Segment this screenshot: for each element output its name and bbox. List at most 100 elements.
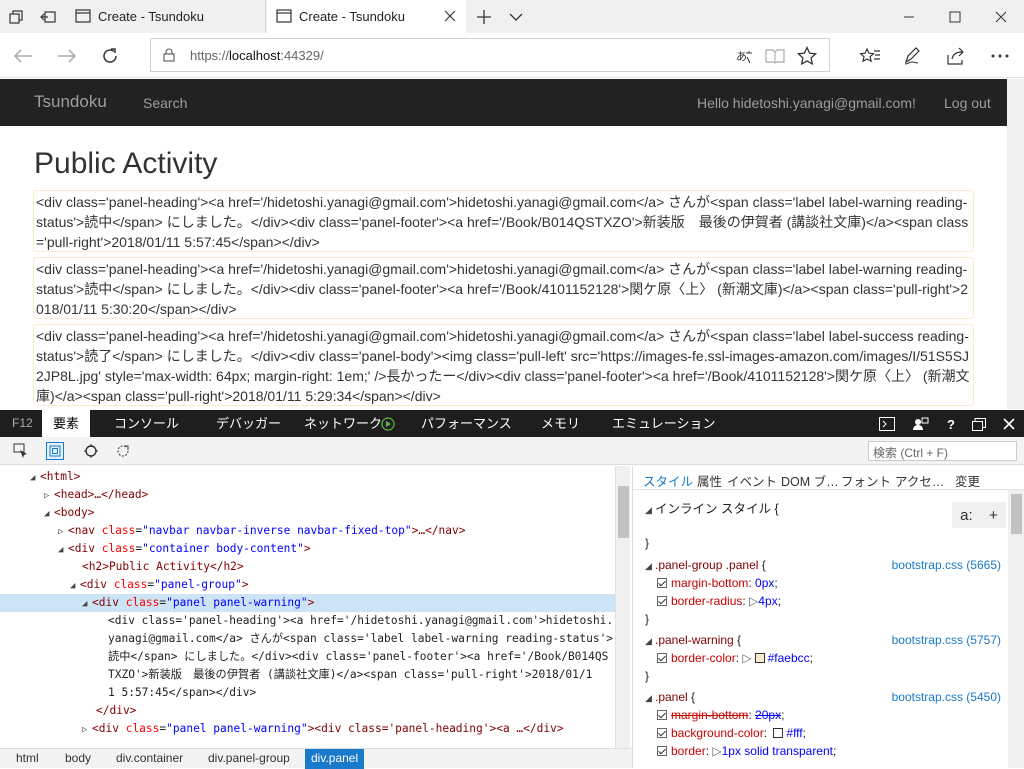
tab-events[interactable]: イベント: [727, 471, 777, 490]
dom-node-panel-2[interactable]: ▷ <div class="panel panel-warning"><div c…: [0, 720, 615, 738]
color-swatch[interactable]: [773, 728, 784, 738]
nav-hello-link[interactable]: Hello hidetoshi.yanagi@gmail.com!: [697, 95, 916, 111]
forward-arrow-icon[interactable]: [54, 43, 80, 69]
checkbox-icon[interactable]: [657, 746, 667, 756]
share-icon[interactable]: [943, 43, 969, 69]
crumb-panel-group[interactable]: div.panel-group: [208, 749, 290, 769]
highlight-element-icon[interactable]: [46, 442, 64, 460]
dom-node-panel-group[interactable]: ◢ <div class="panel-group">: [0, 576, 615, 594]
close-devtools-icon[interactable]: [1000, 415, 1018, 433]
expanded-triangle-icon[interactable]: ◢: [44, 505, 54, 523]
style-prop[interactable]: background-color: #fff;: [633, 724, 1009, 742]
crumb-panel[interactable]: div.panel: [305, 749, 365, 769]
dom-node-panel-selected[interactable]: ◢ <div class="panel panel-warning">: [0, 594, 615, 612]
url-field[interactable]: https://localhost:44329/: [150, 38, 830, 72]
select-element-icon[interactable]: [12, 442, 30, 460]
font-size-icon[interactable]: a:: [960, 507, 973, 524]
style-prop[interactable]: border: ▷1px solid transparent;: [633, 742, 1009, 760]
tab-dom-breakpoints[interactable]: DOM ブ…: [781, 471, 839, 490]
pen-notes-icon[interactable]: [899, 43, 925, 69]
tab-memory[interactable]: メモリ: [535, 410, 586, 437]
console-panel-icon[interactable]: [878, 415, 896, 433]
dom-node-nav[interactable]: ▷ <nav class="navbar navbar-inverse navba…: [0, 522, 615, 540]
new-tab-icon[interactable]: [474, 7, 494, 27]
expanded-triangle-icon[interactable]: ◢: [30, 469, 40, 487]
translate-icon[interactable]: あ: [731, 43, 757, 69]
expanded-triangle-icon[interactable]: ◢: [58, 541, 68, 559]
tab-elements[interactable]: 要素: [42, 410, 90, 437]
tab-emulation[interactable]: エミュレーション: [606, 410, 721, 437]
tab-attributes[interactable]: 属性: [697, 471, 722, 490]
refresh-icon[interactable]: [97, 43, 123, 69]
element-state-icon[interactable]: [115, 442, 133, 460]
expanded-triangle-icon[interactable]: ◢: [82, 595, 92, 613]
tab-performance[interactable]: パフォーマンス: [415, 410, 518, 437]
help-icon[interactable]: ?: [942, 415, 960, 433]
maximize-button[interactable]: [932, 0, 978, 33]
favorite-star-icon[interactable]: [794, 43, 820, 69]
collapsed-triangle-icon[interactable]: ▷: [58, 523, 68, 541]
minimize-button[interactable]: [886, 0, 932, 33]
favorites-hub-icon[interactable]: [857, 43, 883, 69]
checkbox-icon[interactable]: [657, 578, 667, 588]
tab-preview-chevron-icon[interactable]: [506, 7, 526, 27]
styles-scrollbar[interactable]: [1008, 490, 1024, 768]
devtools-search-input[interactable]: 検索 (Ctrl + F): [868, 441, 1017, 461]
dom-node-body[interactable]: ◢ <body>: [0, 504, 615, 522]
tab-accessibility[interactable]: アクセ…: [895, 471, 944, 490]
rule-selector[interactable]: ◢ .panel-group .panel {bootstrap.css (566…: [633, 556, 1009, 574]
rule-source-link[interactable]: bootstrap.css (5757): [892, 631, 1001, 649]
style-prop-overridden[interactable]: margin-bottom: 20px;: [633, 706, 1009, 724]
expanded-triangle-icon[interactable]: ◢: [70, 577, 80, 595]
tab-fonts[interactable]: フォント: [841, 471, 891, 490]
rule-source-link[interactable]: bootstrap.css (5665): [892, 556, 1001, 574]
crumb-html[interactable]: html: [16, 749, 39, 769]
style-prop[interactable]: border-radius: ▷4px;: [633, 592, 1009, 610]
dom-node-container[interactable]: ◢ <div class="container body-content">: [0, 540, 615, 558]
checkbox-icon[interactable]: [657, 653, 667, 663]
tab-debugger[interactable]: デバッガー: [210, 410, 287, 437]
dom-node-h2[interactable]: <h2>Public Activity</h2>: [0, 558, 615, 576]
page-scrollbar[interactable]: [1007, 79, 1024, 409]
tab-actions-icon[interactable]: [6, 7, 26, 27]
set-aside-tabs-icon[interactable]: [38, 7, 58, 27]
rule-selector[interactable]: ◢ .panel-warning {bootstrap.css (5757): [633, 631, 1009, 649]
more-menu-icon[interactable]: [987, 43, 1013, 69]
collapsed-triangle-icon[interactable]: ▷: [44, 487, 54, 505]
checkbox-icon[interactable]: [657, 596, 667, 606]
dom-node-head[interactable]: ▷ <head>…</head>: [0, 486, 615, 504]
tab-1[interactable]: Create - Tsundoku: [66, 0, 266, 33]
site-brand[interactable]: Tsundoku: [34, 92, 107, 112]
color-picker-icon[interactable]: [82, 442, 100, 460]
close-tab-icon[interactable]: [444, 10, 456, 22]
style-prop[interactable]: margin-bottom: 0px;: [633, 574, 1009, 592]
dom-scroll-thumb[interactable]: [618, 486, 629, 538]
rule-selector[interactable]: ◢ .panel {bootstrap.css (5450): [633, 688, 1009, 706]
tab-network[interactable]: ネットワーク: [298, 410, 388, 437]
feedback-icon[interactable]: [912, 415, 930, 433]
activity-panel-2: <div class='panel-heading'><a href='/hid…: [33, 257, 974, 319]
undock-icon[interactable]: [970, 415, 988, 433]
add-rule-icon[interactable]: +: [989, 507, 998, 524]
collapsed-triangle-icon[interactable]: ▷: [82, 721, 92, 739]
color-swatch[interactable]: [754, 653, 765, 663]
crumb-container[interactable]: div.container: [116, 749, 183, 769]
checkbox-icon[interactable]: [657, 728, 667, 738]
tab-changes[interactable]: 変更: [955, 471, 980, 490]
nav-search-link[interactable]: Search: [143, 95, 187, 111]
crumb-body[interactable]: body: [65, 749, 91, 769]
back-arrow-icon[interactable]: [10, 43, 36, 69]
reading-view-icon[interactable]: [762, 43, 788, 69]
dom-scrollbar[interactable]: [615, 466, 630, 748]
dom-node-html[interactable]: ◢ <html>: [0, 468, 615, 486]
checkbox-icon[interactable]: [657, 710, 667, 720]
tab-console[interactable]: コンソール: [108, 410, 185, 437]
logout-link[interactable]: Log out: [944, 95, 991, 111]
styles-scroll-thumb[interactable]: [1011, 494, 1022, 534]
tab-styles[interactable]: スタイル: [643, 471, 693, 490]
tab-2[interactable]: Create - Tsundoku: [267, 0, 466, 33]
rule-source-link[interactable]: bootstrap.css (5450): [892, 688, 1001, 706]
dom-node-close[interactable]: </div>: [0, 702, 615, 720]
close-window-button[interactable]: [978, 0, 1024, 33]
style-prop[interactable]: border-color: ▷ #faebcc;: [633, 649, 1009, 667]
